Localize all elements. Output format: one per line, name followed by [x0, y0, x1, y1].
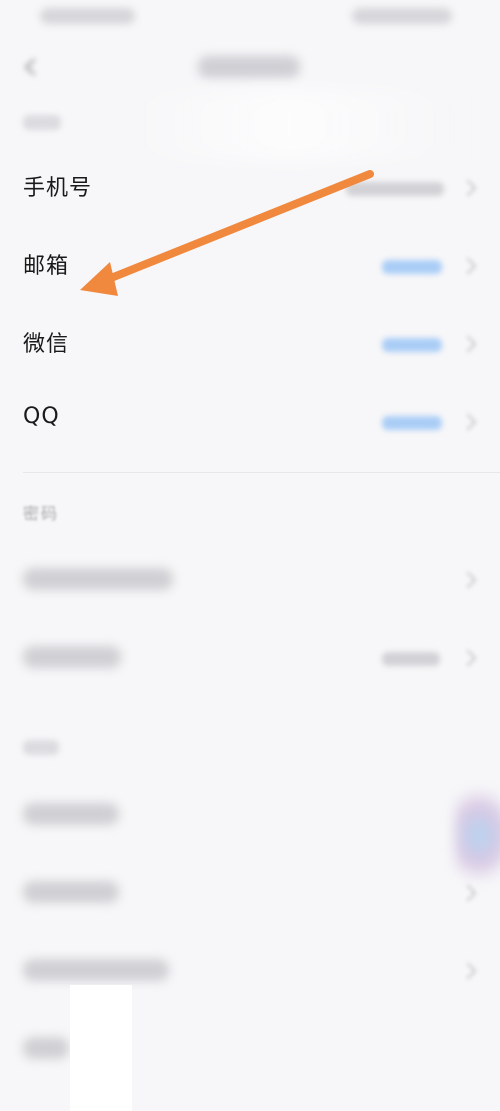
wechat-status-blurred — [382, 338, 442, 352]
qq-status-blurred — [382, 416, 442, 430]
security-settings-screen: 手机号 邮箱 微信 QQ 密码 — [0, 0, 500, 1111]
status-bar-right-blurred — [352, 8, 452, 24]
floating-widget-blurred — [455, 790, 500, 880]
phone-value-blurred — [346, 182, 444, 196]
email-status-blurred — [382, 260, 442, 274]
account-section-label-blurred — [23, 115, 61, 130]
password-section-label: 密码 — [23, 504, 60, 523]
password-row-1-label-blurred — [23, 568, 173, 590]
chevron-right-icon — [459, 257, 477, 275]
chevron-right-icon — [459, 571, 477, 589]
chevron-right-icon — [459, 413, 477, 431]
data-row-3-label-blurred — [23, 959, 169, 981]
status-bar — [0, 0, 500, 36]
data-row-4-label-blurred — [23, 1037, 69, 1059]
account-row-label: 微信 — [23, 332, 70, 357]
password-row-2-label-blurred — [23, 646, 121, 668]
password-row-2[interactable] — [0, 618, 500, 696]
account-row-email[interactable]: 邮箱 — [0, 226, 500, 304]
chevron-right-icon — [459, 335, 477, 353]
back-arrow-icon[interactable] — [20, 56, 42, 78]
white-overlay-patch — [70, 985, 132, 1111]
chevron-right-icon — [459, 649, 477, 667]
account-row-label: QQ — [23, 404, 60, 429]
status-bar-left-blurred — [40, 8, 135, 24]
data-row-1[interactable] — [0, 775, 500, 853]
chevron-right-icon — [459, 962, 477, 980]
section-divider — [23, 472, 500, 473]
password-row-1[interactable] — [0, 540, 500, 618]
chevron-right-icon — [459, 884, 477, 902]
nav-bar — [0, 40, 500, 96]
data-row-2[interactable] — [0, 853, 500, 931]
account-row-wechat[interactable]: 微信 — [0, 304, 500, 382]
data-row-2-label-blurred — [23, 881, 119, 903]
account-row-qq[interactable]: QQ — [0, 382, 500, 460]
page-title-blurred — [198, 56, 300, 78]
account-row-phone[interactable]: 手机号 — [0, 148, 500, 226]
chevron-right-icon — [459, 179, 477, 197]
account-row-label: 手机号 — [23, 176, 93, 201]
data-section-label-blurred — [23, 740, 59, 755]
password-row-2-value-blurred — [382, 652, 440, 666]
data-row-1-label-blurred — [23, 803, 119, 825]
account-row-label: 邮箱 — [23, 254, 70, 279]
